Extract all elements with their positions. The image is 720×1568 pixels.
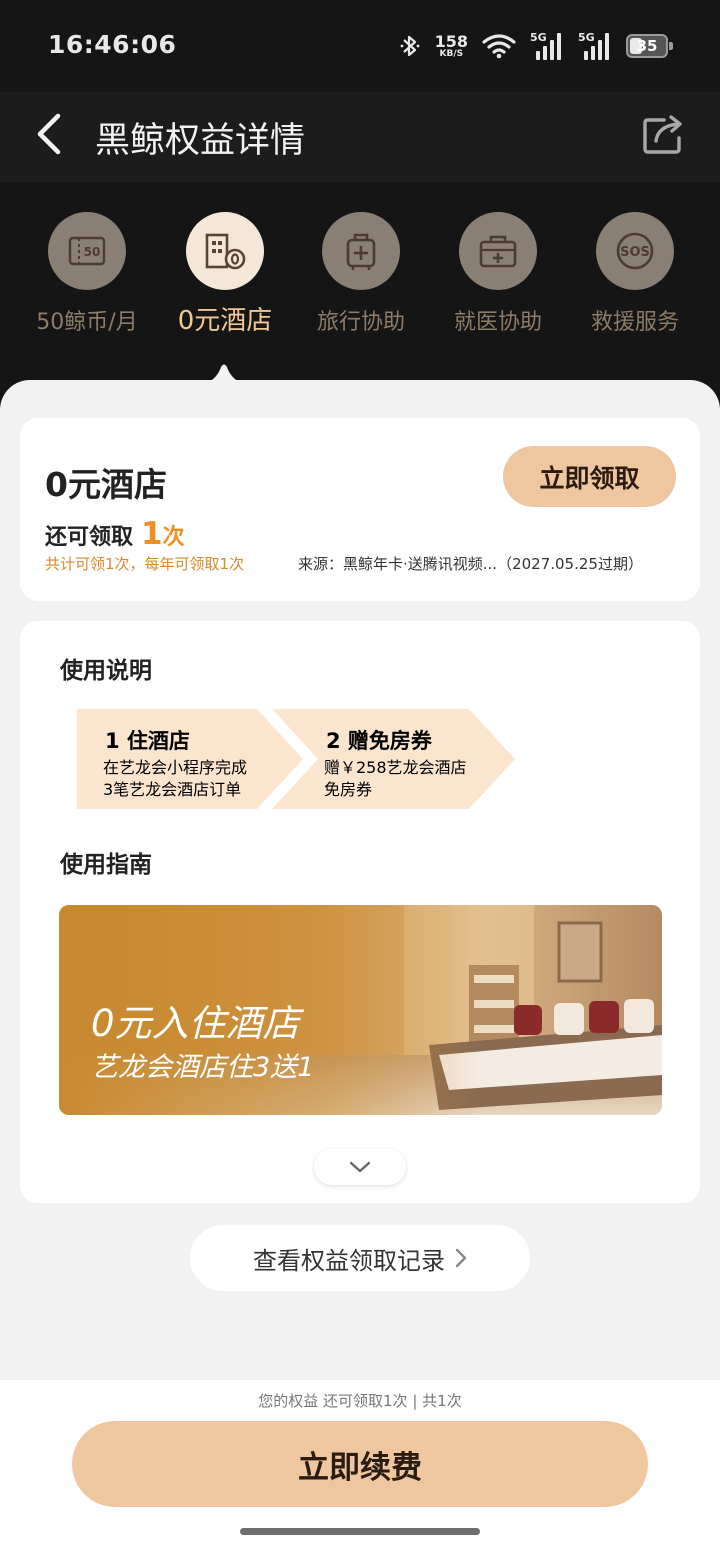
- hotel-icon: [205, 233, 246, 270]
- step-desc: 赠￥258艺龙会酒店 免房券: [324, 757, 467, 801]
- benefit-card: 0元酒店 立即领取 还可领取 1次 共计可领1次，每年可领取1次 来源：黑鲸年卡…: [20, 418, 700, 601]
- page-title: 黑鲸权益详情: [95, 121, 306, 161]
- wifi-icon: [482, 34, 516, 59]
- tab-coins[interactable]: 50 50鲸币/月: [17, 210, 157, 336]
- battery-level: 35: [636, 37, 658, 55]
- usage-card: 使用说明 1 住酒店 在艺龙会小程序完成 3笔艺龙会酒店订单 2 赠免房券 赠￥…: [20, 621, 700, 1203]
- step-desc: 在艺龙会小程序完成 3笔艺龙会酒店订单: [103, 757, 247, 801]
- tab-travel[interactable]: 旅行协助: [291, 210, 431, 336]
- svg-text:50: 50: [84, 245, 101, 259]
- view-claim-records-button[interactable]: 查看权益领取记录: [190, 1225, 530, 1291]
- tab-label: 旅行协助: [316, 310, 405, 335]
- expand-button[interactable]: [314, 1149, 406, 1185]
- signal-icon: 5G: [578, 32, 612, 60]
- remaining-unit: 次: [162, 525, 185, 550]
- renew-button[interactable]: 立即续费: [72, 1421, 648, 1507]
- chevron-right-icon: [455, 1248, 467, 1268]
- luggage-icon: [346, 233, 376, 270]
- record-link-label: 查看权益领取记录: [253, 1246, 445, 1275]
- tab-pointer: [204, 364, 244, 383]
- sos-icon: SOS: [616, 232, 654, 270]
- tab-label: 就医协助: [453, 310, 542, 335]
- tab-rescue[interactable]: SOS 救援服务: [565, 210, 705, 336]
- source-text: 来源：黑鲸年卡·送腾讯视频...（2027.05.25过期）: [298, 555, 643, 573]
- coin-ticket-icon: 50: [68, 236, 106, 266]
- guide-title: 使用指南: [60, 852, 152, 878]
- step-desc-line: 在艺龙会小程序完成: [103, 758, 248, 777]
- tab-hotel[interactable]: 0元酒店: [155, 210, 295, 337]
- step-desc-line: 免房券: [324, 780, 373, 799]
- remaining-prefix: 还可领取: [45, 525, 134, 550]
- benefit-tabs: 50 50鲸币/月 0元酒店 旅行协助 就医协助 SOS 救援服务: [0, 210, 720, 340]
- banner-headline: 0元入住酒店: [91, 1002, 300, 1045]
- status-icons: 158 KB/S 5G 5G 35: [399, 30, 673, 62]
- step-title: 1 住酒店: [105, 729, 190, 753]
- signal-icon: 5G: [530, 32, 564, 60]
- signal-type-label: 5G: [530, 31, 547, 44]
- status-bar: 16:46:06 158 KB/S 5G 5G 35: [0, 0, 720, 92]
- step-title: 2 赠免房券: [326, 729, 432, 753]
- usage-title: 使用说明: [60, 658, 152, 684]
- tab-label: 0元酒店: [177, 306, 273, 336]
- tab-label: 50鲸币/月: [36, 310, 138, 335]
- step-desc-line: 3笔艺龙会酒店订单: [103, 780, 242, 799]
- tab-medical[interactable]: 就医协助: [428, 210, 568, 336]
- share-icon[interactable]: [642, 114, 686, 154]
- speed-value: 158: [434, 31, 468, 51]
- step-desc-line: 赠￥258艺龙会酒店: [324, 758, 467, 777]
- usage-step-2: 2 赠免房券 赠￥258艺龙会酒店 免房券: [272, 709, 515, 809]
- banner-subline: 艺龙会酒店住3送1: [91, 1052, 315, 1083]
- footer-bar: 您的权益 还可领取1次 | 共1次 立即续费: [0, 1380, 720, 1568]
- claim-limit-text: 共计可领1次，每年可领取1次: [45, 555, 245, 573]
- claim-button[interactable]: 立即领取: [503, 446, 676, 507]
- navigation-bar: 黑鲸权益详情: [0, 92, 720, 182]
- guide-banner[interactable]: 0元入住酒店 艺龙会酒店住3送1: [59, 905, 662, 1115]
- speed-unit: KB/S: [439, 48, 464, 59]
- battery-icon: 35: [626, 34, 673, 58]
- benefit-title: 0元酒店: [45, 465, 167, 504]
- medical-kit-icon: [479, 235, 517, 268]
- network-speed: 158 KB/S: [434, 31, 468, 59]
- remaining-number: 1: [141, 516, 163, 552]
- chevron-down-icon: [349, 1161, 371, 1173]
- tab-label: 救援服务: [590, 310, 679, 335]
- svg-text:SOS: SOS: [620, 245, 650, 260]
- home-indicator[interactable]: [240, 1528, 480, 1535]
- remaining-count: 还可领取 1次: [45, 516, 185, 552]
- usage-step-1: 1 住酒店 在艺龙会小程序完成 3笔艺龙会酒店订单: [77, 709, 303, 809]
- signal-type-label: 5G: [578, 31, 595, 44]
- footer-note: 您的权益 还可领取1次 | 共1次: [258, 1392, 462, 1410]
- chevron-left-icon[interactable]: [34, 112, 74, 156]
- bluetooth-icon: [400, 35, 419, 57]
- status-time: 16:46:06: [48, 30, 177, 59]
